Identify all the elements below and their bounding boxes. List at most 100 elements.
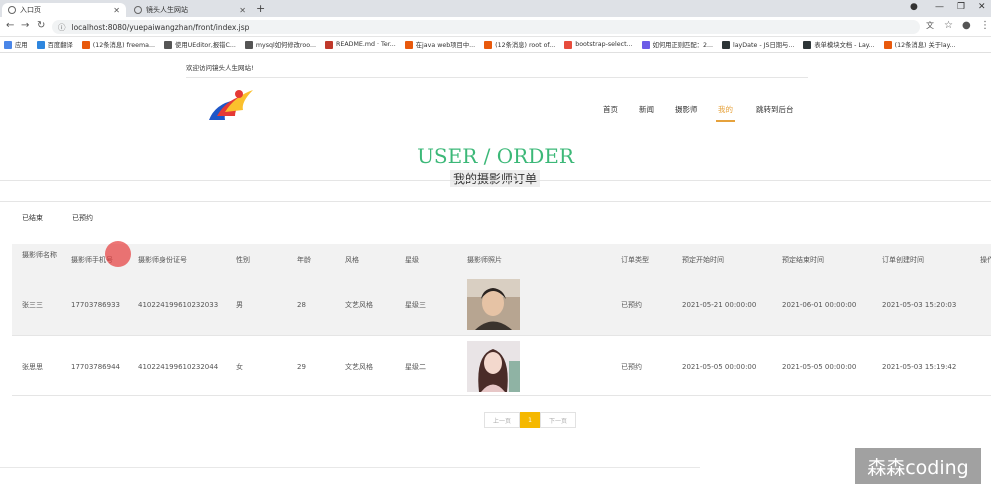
table-cell: 410224199610232044	[138, 363, 219, 371]
table-header-row: 摄影师名称 摄影师手机号 摄影师身份证号 性别 年龄 风格 星级 摄影师照片 订单类型 预定开始时…	[12, 244, 991, 274]
column-header: 预定开始时间	[682, 256, 724, 264]
table-cell: 张思思	[22, 363, 43, 371]
url-text: localhost:8080/yuepaiwangzhan/front/inde…	[71, 22, 250, 32]
photographer-photo	[467, 279, 520, 330]
bookmark-favicon-icon	[803, 40, 812, 49]
bookmark-label: (12条消息) root of...	[495, 42, 556, 49]
nav-news[interactable]: 新闻	[639, 104, 654, 115]
divider	[0, 201, 991, 202]
browser-tab-1[interactable]: 入口页 ✕	[2, 3, 126, 17]
window-close-icon[interactable]: ✕	[978, 2, 986, 12]
column-header: 摄影师照片	[467, 256, 502, 264]
bookmark-label: 在java web项目中...	[415, 42, 476, 49]
photographer-photo	[467, 341, 520, 392]
table-cell: 2021-05-05 00:00:00	[782, 363, 857, 371]
browser-tab-2[interactable]: 镜头人生网站 ✕	[128, 3, 252, 17]
browser-tab-title: 入口页	[20, 6, 41, 14]
nav-mine[interactable]: 我的	[716, 104, 735, 122]
bookmark-item[interactable]: 应用	[4, 40, 28, 49]
bookmark-favicon-icon	[244, 40, 253, 49]
bookmark-item[interactable]: README.md · Ter...	[324, 40, 396, 49]
translate-icon[interactable]: 文	[926, 20, 934, 31]
address-bar-row: ← → ↻ ⓘ localhost:8080/yuepaiwangzhan/fr…	[0, 17, 991, 37]
forward-icon[interactable]: →	[21, 20, 29, 31]
bookmark-item[interactable]: 如何用正则匹配：2...	[641, 40, 713, 49]
watermark: 森森coding	[855, 448, 981, 484]
column-header: 性别	[236, 256, 250, 264]
bookmark-item[interactable]: (12条消息) root of...	[484, 40, 555, 49]
tab-finished[interactable]: 已结束	[22, 213, 43, 223]
table-cell: 2021-05-21 00:00:00	[682, 301, 757, 309]
pagination: 上一页 1 下一页	[484, 412, 576, 428]
back-icon[interactable]: ←	[6, 20, 14, 31]
table-cell: 2021-06-01 00:00:00	[782, 301, 857, 309]
bookmark-item[interactable]: 使用UEditor,报错C...	[164, 40, 236, 49]
welcome-text: 欢迎访问镜头人生网站!	[186, 64, 254, 72]
bookmark-favicon-icon	[36, 40, 45, 49]
bookmark-favicon-icon	[404, 40, 413, 49]
close-icon[interactable]: ✕	[113, 6, 120, 15]
reload-icon[interactable]: ↻	[37, 20, 45, 31]
divider	[0, 180, 991, 181]
site-logo	[209, 90, 253, 120]
prev-page-button[interactable]: 上一页	[484, 412, 520, 428]
bookmark-label: layDate - JS日期与...	[732, 42, 795, 49]
bookmark-item[interactable]: 在java web项目中...	[404, 40, 476, 49]
browser-tab-title: 镜头人生网站	[146, 6, 188, 14]
column-header: 订单创建时间	[882, 256, 924, 264]
bookmark-item[interactable]: bootstrap-select...	[564, 40, 633, 49]
bookmark-favicon-icon	[883, 40, 892, 49]
globe-icon	[8, 6, 16, 14]
url-field[interactable]: ⓘ localhost:8080/yuepaiwangzhan/front/in…	[52, 20, 920, 34]
bookmark-label: 表单模块文档 - Lay...	[814, 42, 875, 49]
nav-home[interactable]: 首页	[603, 104, 618, 115]
table-cell: 星级三	[405, 301, 426, 309]
menu-icon[interactable]: ⋮	[980, 20, 990, 31]
mouse-cursor-highlight	[105, 241, 131, 267]
close-icon[interactable]: ✕	[239, 6, 246, 15]
bookmark-item[interactable]: mysql如何修改roo...	[244, 40, 316, 49]
table-cell: 2021-05-05 00:00:00	[682, 363, 757, 371]
info-icon[interactable]: ⓘ	[58, 22, 66, 33]
bookmark-label: README.md · Ter...	[335, 41, 396, 48]
bookmark-item[interactable]: 表单模块文档 - Lay...	[803, 40, 875, 49]
bookmark-item[interactable]: (12条消息) 关于lay...	[883, 40, 956, 49]
bookmark-item[interactable]: (12条消息) freema...	[81, 40, 156, 49]
account-icon[interactable]: ●	[962, 20, 971, 31]
tab-booked[interactable]: 已预约	[72, 213, 93, 223]
bookmark-favicon-icon	[81, 40, 90, 49]
table-cell: 文艺风格	[345, 301, 373, 309]
page-title: USER / ORDER	[417, 144, 574, 168]
bookmark-favicon-icon	[4, 40, 12, 49]
table-cell: 410224199610232033	[138, 301, 219, 309]
restore-icon[interactable]: ❐	[957, 2, 965, 12]
header-divider	[186, 77, 808, 78]
column-header: 摄影师名称	[22, 251, 57, 259]
table-row: 张思思 17703786944 410224199610232044 女 29 文艺风格 星…	[12, 335, 991, 396]
browser-tab-bar: 入口页 ✕ 镜头人生网站 ✕ + ● — ❐ ✕	[0, 0, 991, 17]
column-header: 订单类型	[621, 256, 649, 264]
nav-photographers[interactable]: 摄影师	[675, 104, 698, 115]
table-cell: 28	[297, 301, 306, 309]
table-cell: 文艺风格	[345, 363, 373, 371]
table-cell: 张三三	[22, 301, 43, 309]
bookmark-item[interactable]: layDate - JS日期与...	[721, 40, 795, 49]
star-icon[interactable]: ☆	[944, 20, 953, 31]
table-cell: 2021-05-03 15:20:03	[882, 301, 957, 309]
bookmark-label: (12条消息) freema...	[92, 42, 156, 49]
new-tab-button[interactable]: +	[256, 2, 265, 15]
page-1-button[interactable]: 1	[520, 412, 540, 428]
table-row: 张三三 17703786933 410224199610232033 男 28 文艺风格 星…	[12, 274, 991, 335]
bookmark-label: 应用	[15, 42, 28, 49]
next-page-button[interactable]: 下一页	[540, 412, 576, 428]
column-header: 风格	[345, 256, 359, 264]
minimize-icon[interactable]: —	[935, 2, 944, 12]
page-subtitle: 我的摄影师订单	[450, 170, 541, 187]
table-cell: 29	[297, 363, 306, 371]
nav-admin[interactable]: 跳转到后台	[756, 104, 794, 115]
footer-divider	[0, 467, 700, 468]
profile-dot-icon[interactable]: ●	[910, 2, 918, 12]
table-cell: 星级二	[405, 363, 426, 371]
bookmark-label: bootstrap-select...	[575, 41, 633, 48]
bookmark-item[interactable]: 百度翻译	[36, 40, 73, 49]
